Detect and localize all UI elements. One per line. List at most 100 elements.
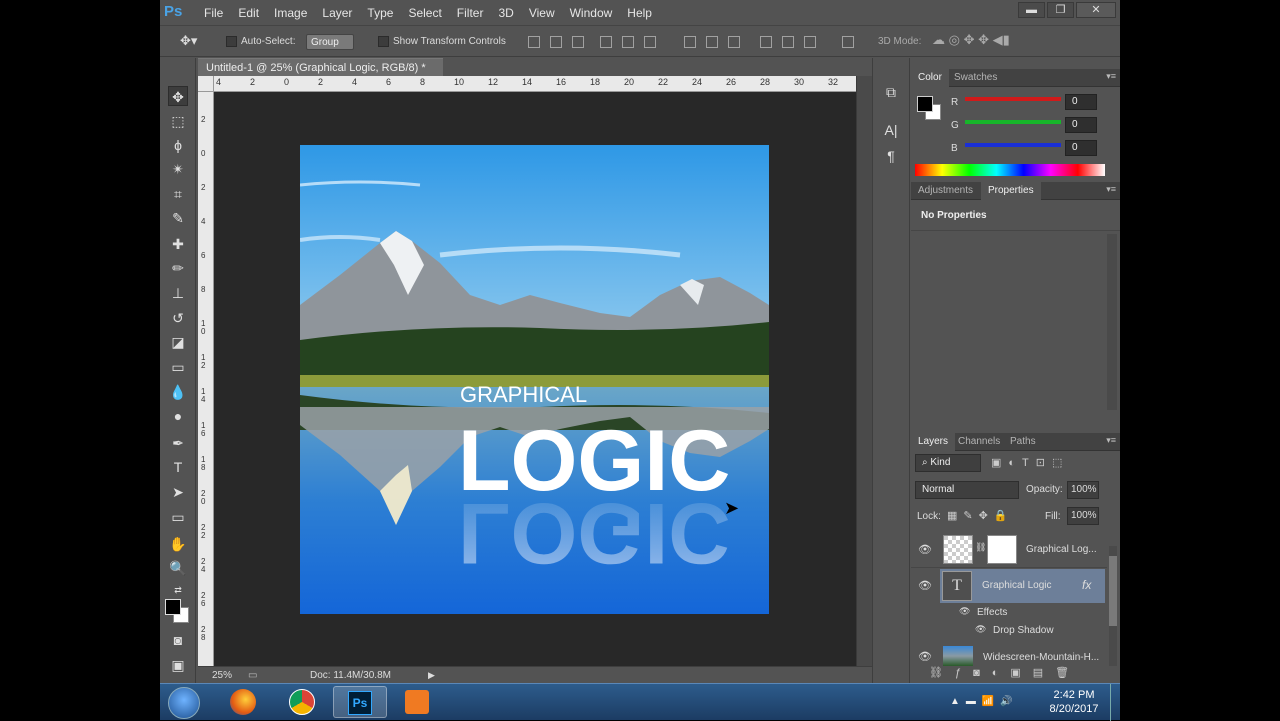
- distribute-right-icon[interactable]: [804, 36, 816, 48]
- menu-select[interactable]: Select: [408, 6, 441, 20]
- auto-select-checkbox[interactable]: Auto-Select:: [226, 34, 295, 50]
- layer-filter-icons[interactable]: ▣◐T⊡⬚: [991, 456, 1069, 469]
- distribute-hcenter-icon[interactable]: [782, 36, 794, 48]
- brush-tool-icon[interactable]: ✏: [168, 258, 188, 278]
- show-transform-checkbox[interactable]: Show Transform Controls: [378, 34, 506, 50]
- system-tray-icons[interactable]: ▲▬📶🔊: [950, 696, 1019, 707]
- align-right-icon[interactable]: [644, 36, 656, 48]
- history-panel-icon[interactable]: ⧉: [881, 82, 901, 102]
- chain-link-icon[interactable]: ⛓: [975, 542, 986, 553]
- color-panel-menu-icon[interactable]: ▾≡: [1106, 71, 1116, 82]
- restore-button[interactable]: ❐: [1047, 2, 1074, 18]
- zoom-level[interactable]: 25%: [212, 667, 232, 684]
- hand-tool-icon[interactable]: ✋: [168, 534, 188, 554]
- fill-field[interactable]: 100%: [1067, 507, 1099, 525]
- vertical-scrollbar[interactable]: [856, 76, 872, 666]
- chrome-taskbar-icon[interactable]: [275, 686, 329, 718]
- document-image[interactable]: GRAPHICAL LOGIC LOGIC: [300, 145, 769, 614]
- visibility-eye-icon[interactable]: 👁: [918, 579, 932, 592]
- green-value-field[interactable]: 0: [1065, 117, 1097, 133]
- layers-footer-icons[interactable]: ⛓ƒ◙◐▣▤🗑: [929, 666, 1081, 679]
- tab-color[interactable]: Color: [911, 69, 949, 87]
- clone-stamp-tool-icon[interactable]: ⊥: [168, 283, 188, 303]
- align-hcenter-icon[interactable]: [622, 36, 634, 48]
- tab-channels[interactable]: Channels: [951, 433, 1007, 451]
- menu-type[interactable]: Type: [367, 6, 393, 20]
- green-slider-track[interactable]: [965, 120, 1061, 124]
- align-top-icon[interactable]: [528, 36, 540, 48]
- tab-properties[interactable]: Properties: [981, 182, 1041, 200]
- auto-select-dropdown[interactable]: Group: [306, 34, 354, 50]
- distribute-left-icon[interactable]: [760, 36, 772, 48]
- document-tab[interactable]: Untitled-1 @ 25% (Graphical Logic, RGB/8…: [198, 58, 443, 92]
- red-value-field[interactable]: 0: [1065, 94, 1097, 110]
- healing-brush-tool-icon[interactable]: ✚: [168, 234, 188, 254]
- color-foreground-swatch[interactable]: [917, 96, 933, 112]
- zoom-tool-icon[interactable]: 🔍: [168, 558, 188, 578]
- marquee-tool-icon[interactable]: ⬚: [168, 111, 188, 131]
- menu-file[interactable]: File: [204, 6, 223, 20]
- dodge-tool-icon[interactable]: ●: [168, 406, 188, 426]
- menu-edit[interactable]: Edit: [238, 6, 259, 20]
- canvas-area[interactable]: GRAPHICAL LOGIC LOGIC ➤: [214, 92, 856, 666]
- menu-3d[interactable]: 3D: [498, 6, 513, 20]
- magic-wand-tool-icon[interactable]: ✴: [168, 159, 188, 179]
- menu-image[interactable]: Image: [274, 6, 307, 20]
- align-left-icon[interactable]: [600, 36, 612, 48]
- paragraph-panel-icon[interactable]: ¶: [881, 146, 901, 166]
- move-tool-preset-icon[interactable]: ✥▾: [180, 33, 197, 49]
- align-vcenter-icon[interactable]: [550, 36, 562, 48]
- type-tool-icon[interactable]: T: [168, 457, 188, 477]
- quick-mask-icon[interactable]: ◙: [168, 630, 188, 650]
- align-bottom-icon[interactable]: [572, 36, 584, 48]
- menu-view[interactable]: View: [529, 6, 555, 20]
- auto-align-icon[interactable]: [842, 36, 854, 48]
- properties-scrollbar[interactable]: [1107, 234, 1117, 410]
- lasso-tool-icon[interactable]: ϕ: [168, 135, 188, 155]
- status-menu-arrow-icon[interactable]: ▶: [428, 667, 435, 684]
- menu-filter[interactable]: Filter: [457, 6, 484, 20]
- layer-row-selected[interactable]: T Graphical Logic fx: [940, 569, 1105, 603]
- eyedropper-tool-icon[interactable]: ✎: [168, 208, 188, 228]
- distribute-top-icon[interactable]: [684, 36, 696, 48]
- start-button-icon[interactable]: [168, 687, 200, 719]
- crop-tool-icon[interactable]: ⌗: [168, 184, 188, 204]
- close-button[interactable]: ✕: [1076, 2, 1116, 18]
- color-spectrum-ramp[interactable]: [915, 164, 1105, 176]
- layers-panel-menu-icon[interactable]: ▾≡: [1106, 435, 1116, 446]
- blue-slider-track[interactable]: [965, 143, 1061, 147]
- layer-filter-kind-dropdown[interactable]: ⌕ Kind: [915, 454, 981, 472]
- menu-help[interactable]: Help: [627, 6, 652, 20]
- swap-colors-icon[interactable]: ⇄: [168, 580, 188, 600]
- minimize-button[interactable]: ▬: [1018, 2, 1045, 18]
- layers-scrollbar[interactable]: [1109, 546, 1117, 666]
- vertical-ruler[interactable]: 2 0 2 4 6 8 10 12 14 16 18 20 22 24 26 28: [198, 92, 214, 666]
- tab-paths[interactable]: Paths: [1003, 433, 1043, 451]
- menu-layer[interactable]: Layer: [322, 6, 352, 20]
- ruler-origin[interactable]: [198, 76, 214, 92]
- horizontal-ruler[interactable]: 4 2 0 2 4 6 8 10 12 14 16 18 20 22 24 26 28 30 32: [214, 76, 860, 92]
- opacity-field[interactable]: 100%: [1067, 481, 1099, 499]
- drop-shadow-label[interactable]: Drop Shadow: [993, 625, 1054, 636]
- effects-eye-icon[interactable]: 👁: [959, 606, 970, 617]
- show-desktop-button[interactable]: [1110, 684, 1120, 721]
- visibility-eye-icon[interactable]: 👁: [918, 650, 932, 663]
- tab-swatches[interactable]: Swatches: [947, 69, 1004, 87]
- path-selection-tool-icon[interactable]: ➤: [168, 482, 188, 502]
- photoshop-taskbar-icon[interactable]: Ps: [333, 686, 387, 718]
- history-brush-tool-icon[interactable]: ↺: [168, 308, 188, 328]
- visibility-eye-icon[interactable]: 👁: [918, 543, 932, 556]
- foreground-color-swatch[interactable]: [165, 599, 181, 615]
- rectangle-tool-icon[interactable]: ▭: [168, 507, 188, 527]
- character-panel-icon[interactable]: A|: [881, 120, 901, 140]
- blur-tool-icon[interactable]: 💧: [168, 382, 188, 402]
- recorder-taskbar-icon[interactable]: [390, 686, 444, 718]
- eraser-tool-icon[interactable]: ◪: [168, 332, 188, 352]
- pen-tool-icon[interactable]: ✒: [168, 433, 188, 453]
- layer-row[interactable]: 👁 Widescreen-Mountain-H...: [911, 644, 1107, 668]
- fx-icon[interactable]: fx: [1082, 578, 1091, 592]
- properties-panel-menu-icon[interactable]: ▾≡: [1106, 184, 1116, 195]
- tab-layers[interactable]: Layers: [911, 433, 956, 451]
- tab-adjustments[interactable]: Adjustments: [911, 182, 980, 200]
- drop-shadow-eye-icon[interactable]: 👁: [975, 624, 986, 635]
